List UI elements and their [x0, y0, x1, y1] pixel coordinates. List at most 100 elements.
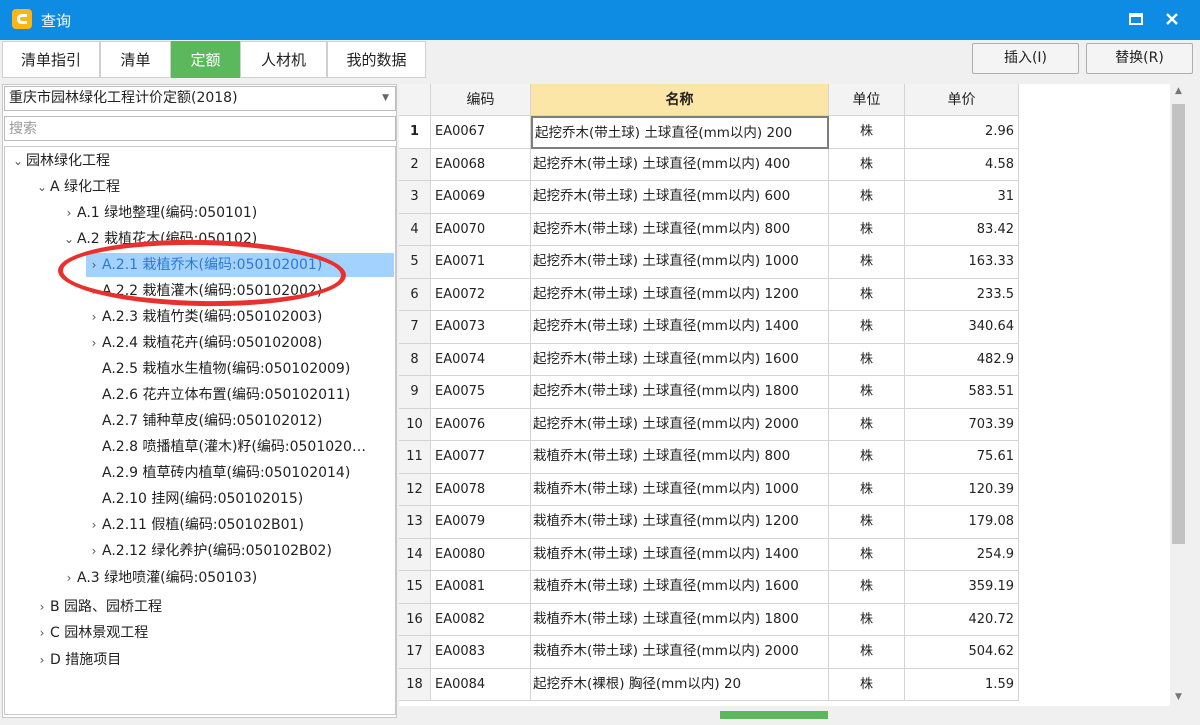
name-cell[interactable]: 栽植乔木(带土球) 土球直径(mm以内) 800 — [531, 441, 829, 474]
chevron-down-icon[interactable]: ⌄ — [10, 149, 26, 173]
code-cell[interactable]: EA0068 — [431, 148, 531, 181]
table-row[interactable]: 1 EA0067 起挖乔木(带土球) 土球直径(mm以内) 200 株 2.96 — [399, 116, 1019, 149]
unit-cell[interactable]: 株 — [829, 148, 905, 181]
row-number[interactable]: 3 — [399, 181, 431, 214]
code-cell[interactable]: EA0077 — [431, 441, 531, 474]
scrollbar-thumb[interactable] — [1172, 104, 1185, 544]
row-number[interactable]: 12 — [399, 473, 431, 506]
tree-node[interactable]: › A.2.12 绿化养护(编码:050102B02) — [86, 539, 332, 563]
table-row[interactable]: 5 EA0071 起挖乔木(带土球) 土球直径(mm以内) 1000 株 163.33 — [399, 246, 1019, 279]
name-cell[interactable]: 起挖乔木(带土球) 土球直径(mm以内) 1000 — [531, 246, 829, 279]
name-cell[interactable]: 起挖乔木(带土球) 土球直径(mm以内) 1800 — [531, 376, 829, 409]
unit-cell[interactable]: 株 — [829, 441, 905, 474]
tree-node[interactable]: A.2.5 栽植水生植物(编码:050102009) — [86, 357, 350, 381]
unit-cell[interactable]: 株 — [829, 668, 905, 701]
row-number[interactable]: 7 — [399, 311, 431, 344]
chevron-down-icon[interactable]: ⌄ — [34, 175, 50, 199]
tree-node[interactable]: ⌄ A.2 栽植花木(编码:050102) — [61, 227, 257, 251]
price-cell[interactable]: 482.9 — [905, 343, 1019, 376]
row-number[interactable]: 14 — [399, 538, 431, 571]
unit-cell[interactable]: 株 — [829, 278, 905, 311]
chevron-right-icon[interactable]: › — [86, 279, 102, 303]
code-cell[interactable]: EA0072 — [431, 278, 531, 311]
unit-cell[interactable]: 株 — [829, 538, 905, 571]
price-cell[interactable]: 4.58 — [905, 148, 1019, 181]
table-header-unit[interactable]: 单位 — [829, 84, 905, 116]
name-cell[interactable]: 栽植乔木(带土球) 土球直径(mm以内) 2000 — [531, 636, 829, 669]
tree-node[interactable]: A.2.6 花卉立体布置(编码:050102011) — [86, 383, 350, 407]
row-number[interactable]: 15 — [399, 571, 431, 604]
unit-cell[interactable]: 株 — [829, 636, 905, 669]
name-cell[interactable]: 起挖乔木(带土球) 土球直径(mm以内) 600 — [531, 181, 829, 214]
row-number[interactable]: 17 — [399, 636, 431, 669]
table-header-code[interactable]: 编码 — [431, 84, 531, 116]
unit-cell[interactable]: 株 — [829, 311, 905, 344]
unit-cell[interactable]: 株 — [829, 181, 905, 214]
code-cell[interactable]: EA0073 — [431, 311, 531, 344]
tab-quota[interactable]: 定额 — [171, 41, 240, 78]
tree-node[interactable]: A.2.8 喷播植草(灌木)籽(编码:0501020… — [86, 435, 366, 459]
code-cell[interactable]: EA0078 — [431, 473, 531, 506]
tree-node[interactable]: › C 园林景观工程 — [34, 621, 149, 645]
name-cell[interactable]: 起挖乔木(带土球) 土球直径(mm以内) 800 — [531, 213, 829, 246]
row-number[interactable]: 4 — [399, 213, 431, 246]
unit-cell[interactable]: 株 — [829, 343, 905, 376]
code-cell[interactable]: EA0082 — [431, 603, 531, 636]
code-cell[interactable]: EA0083 — [431, 636, 531, 669]
tree-node[interactable]: ⌄ A 绿化工程 — [34, 175, 120, 199]
row-number[interactable]: 9 — [399, 376, 431, 409]
unit-cell[interactable]: 株 — [829, 408, 905, 441]
scroll-up-icon[interactable]: ▲ — [1170, 86, 1187, 96]
replace-button[interactable]: 替换(R) — [1086, 43, 1193, 74]
vertical-scrollbar[interactable]: ▲ ▼ — [1170, 84, 1187, 706]
price-cell[interactable]: 163.33 — [905, 246, 1019, 279]
table-row[interactable]: 14 EA0080 栽植乔木(带土球) 土球直径(mm以内) 1400 株 254.9 — [399, 538, 1019, 571]
price-cell[interactable]: 420.72 — [905, 603, 1019, 636]
unit-cell[interactable]: 株 — [829, 506, 905, 539]
table-row[interactable]: 7 EA0073 起挖乔木(带土球) 土球直径(mm以内) 1400 株 340.64 — [399, 311, 1019, 344]
name-cell[interactable]: 栽植乔木(带土球) 土球直径(mm以内) 1800 — [531, 603, 829, 636]
code-cell[interactable]: EA0070 — [431, 213, 531, 246]
chevron-down-icon[interactable]: ⌄ — [61, 227, 77, 251]
price-cell[interactable]: 233.5 — [905, 278, 1019, 311]
tree-node[interactable]: › B 园路、园桥工程 — [34, 595, 162, 619]
code-cell[interactable]: EA0074 — [431, 343, 531, 376]
chevron-right-icon[interactable]: › — [86, 539, 102, 563]
table-row[interactable]: 11 EA0077 栽植乔木(带土球) 土球直径(mm以内) 800 株 75.61 — [399, 441, 1019, 474]
table-row[interactable]: 3 EA0069 起挖乔木(带土球) 土球直径(mm以内) 600 株 31 — [399, 181, 1019, 214]
name-cell[interactable]: 起挖乔木(带土球) 土球直径(mm以内) 1200 — [531, 278, 829, 311]
code-cell[interactable]: EA0079 — [431, 506, 531, 539]
code-cell[interactable]: EA0071 — [431, 246, 531, 279]
code-cell[interactable]: EA0075 — [431, 376, 531, 409]
tab-my-data[interactable]: 我的数据 — [327, 41, 426, 78]
tree-node[interactable]: A.2.10 挂网(编码:050102015) — [86, 487, 303, 511]
code-cell[interactable]: EA0069 — [431, 181, 531, 214]
table-row[interactable]: 10 EA0076 起挖乔木(带土球) 土球直径(mm以内) 2000 株 703.39 — [399, 408, 1019, 441]
table-row[interactable]: 12 EA0078 栽植乔木(带土球) 土球直径(mm以内) 1000 株 120.39 — [399, 473, 1019, 506]
table-header-price[interactable]: 单价 — [905, 84, 1019, 116]
tree-node[interactable]: › A.2.11 假植(编码:050102B01) — [86, 513, 304, 537]
chevron-right-icon[interactable]: › — [61, 201, 77, 225]
table-row[interactable]: 2 EA0068 起挖乔木(带土球) 土球直径(mm以内) 400 株 4.58 — [399, 148, 1019, 181]
row-number[interactable]: 10 — [399, 408, 431, 441]
name-cell[interactable]: 起挖乔木(带土球) 土球直径(mm以内) 2000 — [531, 408, 829, 441]
code-cell[interactable]: EA0067 — [431, 116, 531, 149]
row-number[interactable]: 6 — [399, 278, 431, 311]
name-cell[interactable]: 起挖乔木(带土球) 土球直径(mm以内) 200 — [531, 116, 829, 149]
tree-node[interactable]: › D 措施项目 — [34, 648, 122, 672]
tree-node[interactable]: › A.2.2 栽植灌木(编码:050102002) — [86, 279, 323, 303]
name-cell[interactable]: 起挖乔木(带土球) 土球直径(mm以内) 1600 — [531, 343, 829, 376]
row-number[interactable]: 18 — [399, 668, 431, 701]
tree-node-selected[interactable]: › A.2.1 栽植乔木(编码:050102001) — [86, 253, 394, 277]
price-cell[interactable]: 75.61 — [905, 441, 1019, 474]
close-button[interactable] — [1159, 8, 1185, 32]
name-cell[interactable]: 栽植乔木(带土球) 土球直径(mm以内) 1000 — [531, 473, 829, 506]
insert-button[interactable]: 插入(I) — [972, 43, 1079, 74]
code-cell[interactable]: EA0076 — [431, 408, 531, 441]
table-row[interactable]: 9 EA0075 起挖乔木(带土球) 土球直径(mm以内) 1800 株 583.51 — [399, 376, 1019, 409]
scroll-down-icon[interactable]: ▼ — [1170, 692, 1187, 702]
tree-node[interactable]: › A.1 绿地整理(编码:050101) — [61, 201, 258, 225]
table-header-name[interactable]: 名称 — [531, 84, 829, 116]
price-cell[interactable]: 2.96 — [905, 116, 1019, 149]
table-row[interactable]: 17 EA0083 栽植乔木(带土球) 土球直径(mm以内) 2000 株 504.62 — [399, 636, 1019, 669]
